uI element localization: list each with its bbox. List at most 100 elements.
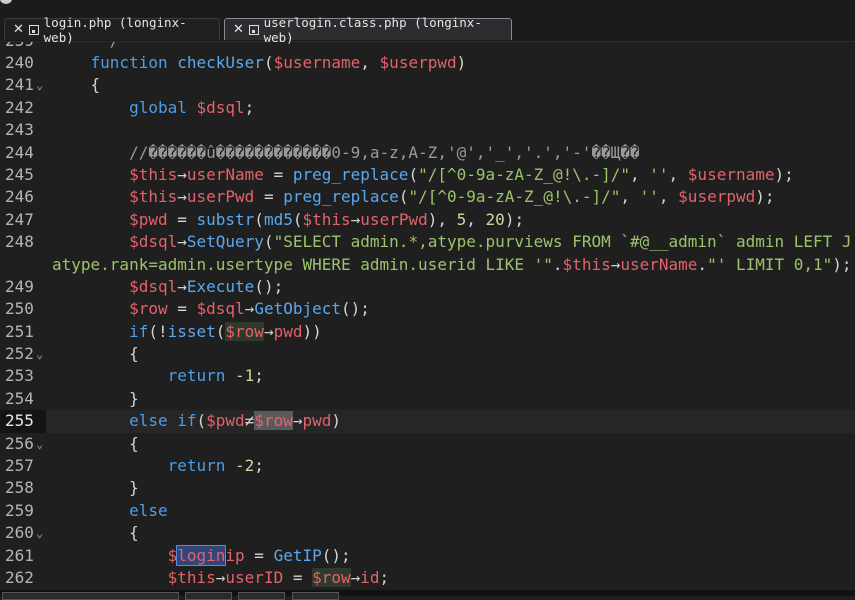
code-token: ; (379, 567, 390, 587)
code-token: $row (254, 411, 293, 431)
line-number: 255 (0, 410, 46, 433)
code-line[interactable]: atype.rank=admin.usertype WHERE admin.us… (0, 254, 855, 276)
fold-chevron-icon[interactable]: ⌄ (36, 433, 43, 455)
code-line[interactable]: 246 $this→userPwd = preg_replace("/[^0-9… (0, 186, 855, 208)
code-line[interactable]: 255 else if($pwd≠$row→pwd) (0, 410, 855, 433)
code-token: Execute (186, 276, 255, 296)
code-editor[interactable]: 239 */240 function checkUser($username, … (0, 41, 855, 590)
code-line[interactable]: 257 return -2; (0, 455, 855, 477)
code-token: ( (254, 209, 264, 229)
fold-chevron-icon[interactable]: ⌄ (36, 74, 43, 96)
code-token: -2 (235, 456, 255, 476)
code-token: $row (312, 567, 351, 587)
code-token: pwd (273, 321, 303, 341)
code-token: $username (687, 164, 775, 184)
panel-button[interactable] (292, 592, 339, 600)
code-token: $username (273, 53, 361, 72)
code-token: } (52, 478, 139, 498)
code-line[interactable]: 261 $loginip = GetIP(); (0, 544, 855, 567)
line-number: 248 (5, 232, 34, 252)
code-line[interactable]: 240 function checkUser($username, $userp… (0, 52, 855, 74)
code-token: = (283, 567, 313, 587)
panel-button[interactable] (238, 592, 285, 600)
code-line[interactable]: 253 return -1; (0, 365, 855, 387)
code-token: else (129, 500, 168, 520)
code-token: function (90, 53, 168, 72)
code-token: $dsql (129, 232, 178, 252)
code-token: . (697, 254, 708, 274)
fold-chevron-icon[interactable]: ⌄ (36, 343, 43, 365)
close-tab-icon[interactable]: ✕ (13, 22, 24, 37)
code-line[interactable]: 258 } (0, 477, 855, 499)
code-token: return (167, 366, 226, 386)
code-token: $row (129, 299, 168, 319)
code-line[interactable]: 243 (0, 119, 855, 141)
code-token: id (360, 567, 380, 587)
code-token: , (668, 164, 688, 184)
line-number: 253 (5, 366, 34, 386)
close-tab-icon[interactable]: ✕ (233, 22, 244, 37)
code-token: else (129, 411, 168, 431)
code-token: $dsql (129, 276, 178, 296)
code-token: ; (254, 366, 264, 386)
panel-button[interactable] (185, 592, 232, 600)
code-text: $this→userName = preg_replace("/[^0-9a-z… (52, 164, 794, 186)
code-token: ); (774, 164, 794, 184)
code-line[interactable]: 251 if(!isset($row→pwd)) (0, 321, 855, 343)
code-line[interactable]: 250 $row = $dsql→GetObject(); (0, 298, 855, 320)
code-token: (); (254, 276, 284, 296)
code-token: '' (649, 164, 669, 184)
code-token: $dsql (196, 97, 245, 117)
code-line[interactable]: 247 $pwd = substr(md5($this→userPwd), 5,… (0, 209, 855, 231)
code-line[interactable]: 241 ⌄ { (0, 74, 855, 96)
code-token: userPwd (186, 187, 255, 207)
code-line[interactable]: 242 global $dsql; (0, 97, 855, 119)
code-token: userID (225, 567, 284, 587)
code-token: login (176, 544, 227, 566)
code-line[interactable]: 262 $this→userID = $row→id; (0, 567, 855, 589)
code-line[interactable]: 244 //������û������������0-9,a-z,A-Z,'@'… (0, 142, 855, 164)
window-control-icon[interactable] (0, 0, 12, 4)
tab-login-php[interactable]: ✕ login.php (longinx-web) (4, 15, 220, 45)
code-line[interactable]: 259 else (0, 500, 855, 522)
panel-input[interactable] (2, 592, 179, 600)
code-line[interactable]: 248 $dsql→SetQuery("SELECT admin.*,atype… (0, 231, 855, 253)
code-line[interactable]: 249 $dsql→Execute(); (0, 276, 855, 298)
code-text: $row = $dsql→GetObject(); (52, 298, 370, 320)
code-line[interactable]: 260 ⌄ { (0, 522, 855, 544)
code-line[interactable]: 254 } (0, 388, 855, 410)
code-token: $dsql (196, 299, 245, 319)
code-text: global $dsql; (52, 97, 254, 119)
code-token: , (630, 164, 650, 184)
code-token: atype.rank=admin.usertype WHERE admin.us… (52, 254, 553, 274)
line-number: 245 (5, 164, 34, 184)
code-text: if(!isset($row→pwd)) (52, 321, 322, 343)
line-number: 259 (5, 500, 34, 520)
code-token: → (350, 567, 361, 587)
code-token: { (52, 75, 101, 95)
tab-userlogin-class-php[interactable]: ✕ userlogin.class.php (longinx-web) (224, 15, 512, 45)
bottom-panel-bar (0, 590, 855, 600)
code-text: $loginip = GetIP(); (52, 544, 351, 567)
code-line[interactable]: 245 $this→userName = preg_replace("/[^0-… (0, 164, 855, 186)
code-token: } (52, 388, 139, 408)
code-token: 20 (485, 209, 505, 229)
code-line[interactable]: 252 ⌄ { (0, 343, 855, 365)
code-token: checkUser (177, 53, 264, 72)
file-saved-icon (248, 24, 259, 35)
line-number: 239 (0, 41, 46, 52)
code-token: { (52, 344, 139, 364)
code-token: 5 (456, 209, 467, 229)
code-token: $pwd (129, 209, 168, 229)
fold-chevron-icon[interactable]: ⌄ (36, 522, 43, 544)
code-line[interactable]: 256 ⌄ { (0, 433, 855, 455)
code-token: ); (504, 209, 525, 229)
